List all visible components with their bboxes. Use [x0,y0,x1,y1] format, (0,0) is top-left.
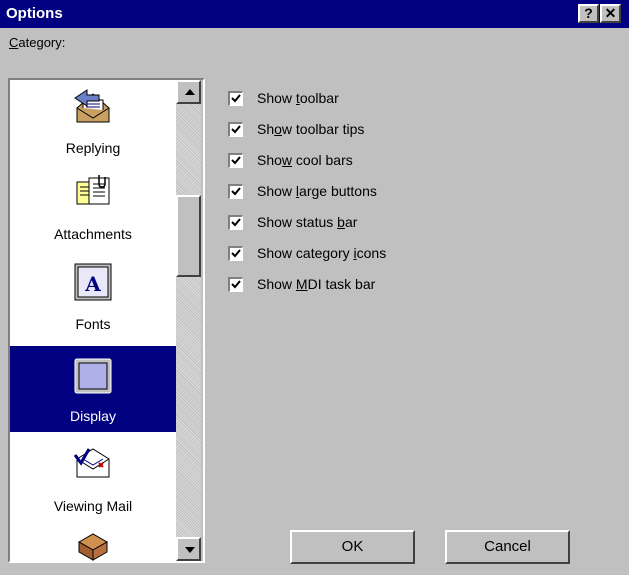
option-label-pre: Show [257,90,296,106]
option-label-post: cool bars [292,152,353,168]
category-item-tray[interactable] [10,526,176,561]
option-label-pre: Sh [257,121,275,137]
scroll-up-button[interactable] [176,80,201,104]
category-item-label: Fonts [75,316,111,332]
category-list[interactable]: Replying Attachments A Fonts Display Vie… [10,80,176,561]
category-item-display[interactable]: Display [10,346,176,432]
option-label: Show toolbar [257,90,339,106]
option-checkbox[interactable] [228,215,243,230]
category-item-fonts[interactable]: A Fonts [10,256,176,342]
option-label-post: w toolbar tips [281,121,365,137]
option-checkbox[interactable] [228,246,243,261]
category-item-viewing-mail[interactable]: Viewing Mail [10,436,176,522]
viewing-mail-icon [73,443,113,486]
category-item-label: Replying [65,140,121,156]
arrow-down-icon [185,547,195,553]
checkmark-icon [231,187,241,196]
option-label-pre: Show [257,276,296,292]
arrow-up-icon [185,89,195,95]
checkmark-icon [231,280,241,289]
option-label-accel: o [274,121,282,137]
option-label: Show status bar [257,214,357,230]
option-label-post: ar [344,214,358,230]
svg-text:A: A [84,272,101,296]
checkmark-icon [231,94,241,103]
option-label: Show MDI task bar [257,276,375,292]
option-label-accel: M [295,276,308,292]
category-listbox[interactable]: Replying Attachments A Fonts Display Vie… [8,78,205,563]
category-label-rest: ategory: [18,35,66,50]
attachments-icon [73,172,113,215]
option-label: Show cool bars [257,152,353,168]
category-item-replying[interactable]: Replying [10,80,176,164]
ok-button[interactable]: OK [290,530,415,564]
option-checkbox[interactable] [228,184,243,199]
checkmark-icon [231,218,241,227]
replying-icon [73,86,113,129]
option-checkbox[interactable] [228,153,243,168]
category-label: Category: [9,35,65,50]
window-title: Options [6,5,63,22]
option-label-post: oolbar [299,90,339,106]
tray-icon [73,526,113,561]
option-label: Show large buttons [257,183,377,199]
category-item-label: Viewing Mail [53,498,133,514]
close-button[interactable]: ✕ [600,4,621,23]
option-label-pre: Show category [257,245,354,261]
checkmark-icon [231,249,241,258]
category-item-label: Display [70,408,116,424]
option-label-accel: b [337,214,345,230]
option-label-post: arge buttons [299,183,377,199]
checkmark-icon [231,156,241,165]
option-label-post: DI task bar [307,276,376,292]
option-label-accel: w [281,152,293,168]
title-bar: Options ? ✕ [0,0,629,28]
option-label: Show category icons [257,245,386,261]
option-label: Show toolbar tips [257,121,364,137]
category-scrollbar[interactable] [176,80,201,561]
option-label-pre: Sho [257,152,282,168]
cancel-button[interactable]: Cancel [445,530,570,564]
category-label-accel: C [9,35,19,50]
help-button[interactable]: ? [578,4,599,23]
option-label-pre: Show status [257,214,338,230]
option-checkbox[interactable] [228,122,243,137]
option-checkbox[interactable] [228,91,243,106]
fonts-icon: A [74,263,112,304]
option-label-post: cons [356,245,387,261]
category-item-attachments[interactable]: Attachments [10,170,176,254]
option-label-pre: Show [257,183,296,199]
scroll-down-button[interactable] [176,537,201,561]
display-icon [74,358,112,399]
category-item-label: Attachments [54,226,132,242]
scroll-thumb[interactable] [176,195,201,277]
option-checkbox[interactable] [228,277,243,292]
checkmark-icon [231,125,241,134]
